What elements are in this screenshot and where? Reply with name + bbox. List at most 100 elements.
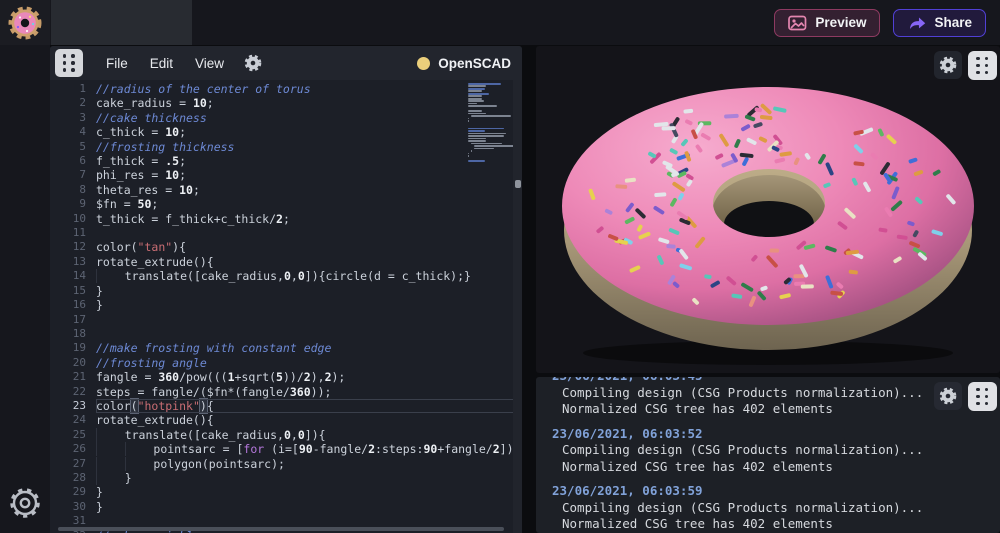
console-message: Normalized CSG tree has 402 elements [536, 401, 1000, 418]
console-message: Compiling design (CSG Products normaliza… [536, 500, 1000, 517]
code-line[interactable]: 18 [50, 327, 522, 341]
console-drag-handle-icon[interactable] [968, 382, 997, 411]
code-line[interactable]: 13rotate_extrude(){ [50, 255, 522, 269]
code-line[interactable]: 10t_thick = f_thick+c_thick/2; [50, 212, 522, 226]
horizontal-scrollbar[interactable] [58, 527, 504, 531]
editor-menubar: File Edit View OpenSCAD [50, 46, 522, 80]
left-sidebar [0, 45, 50, 533]
code-lines[interactable]: 1//radius of the center of torus2cake_ra… [50, 82, 522, 533]
code-line[interactable]: 26 pointsarc = [for (i=[90-fangle/2:step… [50, 442, 522, 456]
console-log: 23/06/2021, 06:03:45Compiling design (CS… [536, 377, 1000, 533]
minimap-row [468, 118, 469, 120]
code-line[interactable]: 22steps = fangle/($fn*(fangle/360)); [50, 385, 522, 399]
preview-button[interactable]: Preview [774, 9, 880, 37]
share-label: Share [934, 15, 972, 30]
code-line[interactable]: 3//cake thickness [50, 111, 522, 125]
code-line[interactable]: 29} [50, 485, 522, 499]
code-line[interactable]: 12color("tan"){ [50, 240, 522, 254]
minimap-row [468, 85, 486, 87]
minimap-row [468, 138, 486, 140]
console-timestamp: 23/06/2021, 06:03:45 [536, 377, 1000, 385]
code-line[interactable]: 21fangle = 360/pow(((1+sqrt(5))/2),2); [50, 370, 522, 384]
donut-logo-icon [6, 4, 44, 42]
code-line[interactable]: 11 [50, 226, 522, 240]
code-line[interactable]: 15} [50, 284, 522, 298]
minimap-row [468, 120, 469, 122]
console-controls [934, 382, 997, 411]
minimap-row [471, 150, 472, 152]
code-line[interactable]: 19//make frosting with constant edge [50, 341, 522, 355]
minimap-row [468, 95, 482, 97]
code-line[interactable]: 23color("hotpink"){ [50, 399, 522, 413]
minimap-row [468, 133, 506, 135]
code-line[interactable]: 8theta_res = 10; [50, 183, 522, 197]
console-message: Compiling design (CSG Products normaliza… [536, 385, 1000, 402]
code-line[interactable]: 5//frosting thickness [50, 140, 522, 154]
viewer-drag-handle-icon[interactable] [968, 51, 997, 80]
code-line[interactable]: 9$fn = 50; [50, 197, 522, 211]
editor-drag-handle-icon[interactable] [55, 49, 83, 77]
minimap-row [468, 88, 485, 90]
code-line[interactable]: 20//frosting angle [50, 356, 522, 370]
preview-label: Preview [815, 15, 866, 30]
donut-render[interactable] [556, 82, 980, 368]
viewer-controls [934, 51, 997, 80]
menu-edit[interactable]: Edit [139, 56, 184, 71]
minimap-row [468, 160, 485, 162]
console-message: Normalized CSG tree has 402 elements [536, 459, 1000, 476]
console-entry: 23/06/2021, 06:03:59Compiling design (CS… [536, 483, 1000, 533]
minimap-row [468, 113, 486, 115]
app-window: Preview Share File Edit View [0, 0, 1000, 533]
topbar: Preview Share [0, 0, 1000, 45]
viewer-gear-icon[interactable] [934, 51, 962, 79]
code-line[interactable]: 24rotate_extrude(){ [50, 413, 522, 427]
file-tab[interactable] [51, 0, 192, 45]
console-entry: 23/06/2021, 06:03:45Compiling design (CS… [536, 377, 1000, 418]
minimap-row [468, 158, 510, 160]
code-line[interactable]: 17 [50, 313, 522, 327]
code-line[interactable]: 25 translate([cake_radius,0,0]){ [50, 428, 522, 442]
code-line[interactable]: 7phi_res = 10; [50, 168, 522, 182]
image-icon [788, 15, 807, 31]
app-logo[interactable] [0, 0, 50, 45]
vertical-scrollbar-thumb[interactable] [515, 180, 521, 188]
code-line[interactable]: 2cake_radius = 10; [50, 96, 522, 110]
minimap-row [468, 93, 489, 95]
code-line[interactable]: 1//radius of the center of torus [50, 82, 522, 96]
code-line[interactable]: 28 } [50, 471, 522, 485]
code-line[interactable]: 27 polygon(pointsarc); [50, 457, 522, 471]
minimap-row [471, 115, 511, 117]
minimap-row [468, 130, 485, 132]
menu-view[interactable]: View [184, 56, 235, 71]
console-message: Normalized CSG tree has 402 elements [536, 516, 1000, 533]
console-timestamp: 23/06/2021, 06:03:52 [536, 426, 1000, 443]
console-entry: 23/06/2021, 06:03:52Compiling design (CS… [536, 426, 1000, 476]
engine-status-dot [417, 57, 430, 70]
code-line[interactable]: 4c_thick = 10; [50, 125, 522, 139]
code-editor[interactable]: 1//radius of the center of torus2cake_ra… [50, 80, 522, 533]
minimap-row [474, 148, 494, 150]
code-line[interactable]: 30} [50, 500, 522, 514]
settings-gear-icon[interactable] [6, 484, 44, 527]
code-line[interactable]: 14 translate([cake_radius,0,0]){circle(d… [50, 269, 522, 283]
minimap-row [468, 155, 469, 157]
console-timestamp: 23/06/2021, 06:03:59 [536, 483, 1000, 500]
code-line[interactable]: 6f_thick = .5; [50, 154, 522, 168]
code-line[interactable]: 16} [50, 298, 522, 312]
minimap-row [468, 105, 497, 107]
minimap-row [468, 123, 510, 125]
console-gear-icon[interactable] [934, 382, 962, 410]
console-message: Compiling design (CSG Products normaliza… [536, 442, 1000, 459]
minimap-row [471, 143, 501, 145]
minimap[interactable] [468, 83, 510, 163]
minimap-row [468, 140, 486, 142]
menu-file[interactable]: File [95, 56, 139, 71]
share-button[interactable]: Share [893, 9, 986, 37]
curved-arrow-icon [907, 15, 926, 31]
editor-gear-icon[interactable] [243, 53, 263, 73]
vertical-scrollbar[interactable] [513, 80, 522, 533]
minimap-row [468, 83, 501, 85]
viewer-panel[interactable] [536, 46, 1000, 373]
console-panel[interactable]: 23/06/2021, 06:03:45Compiling design (CS… [536, 377, 1000, 533]
minimap-row [468, 125, 510, 127]
